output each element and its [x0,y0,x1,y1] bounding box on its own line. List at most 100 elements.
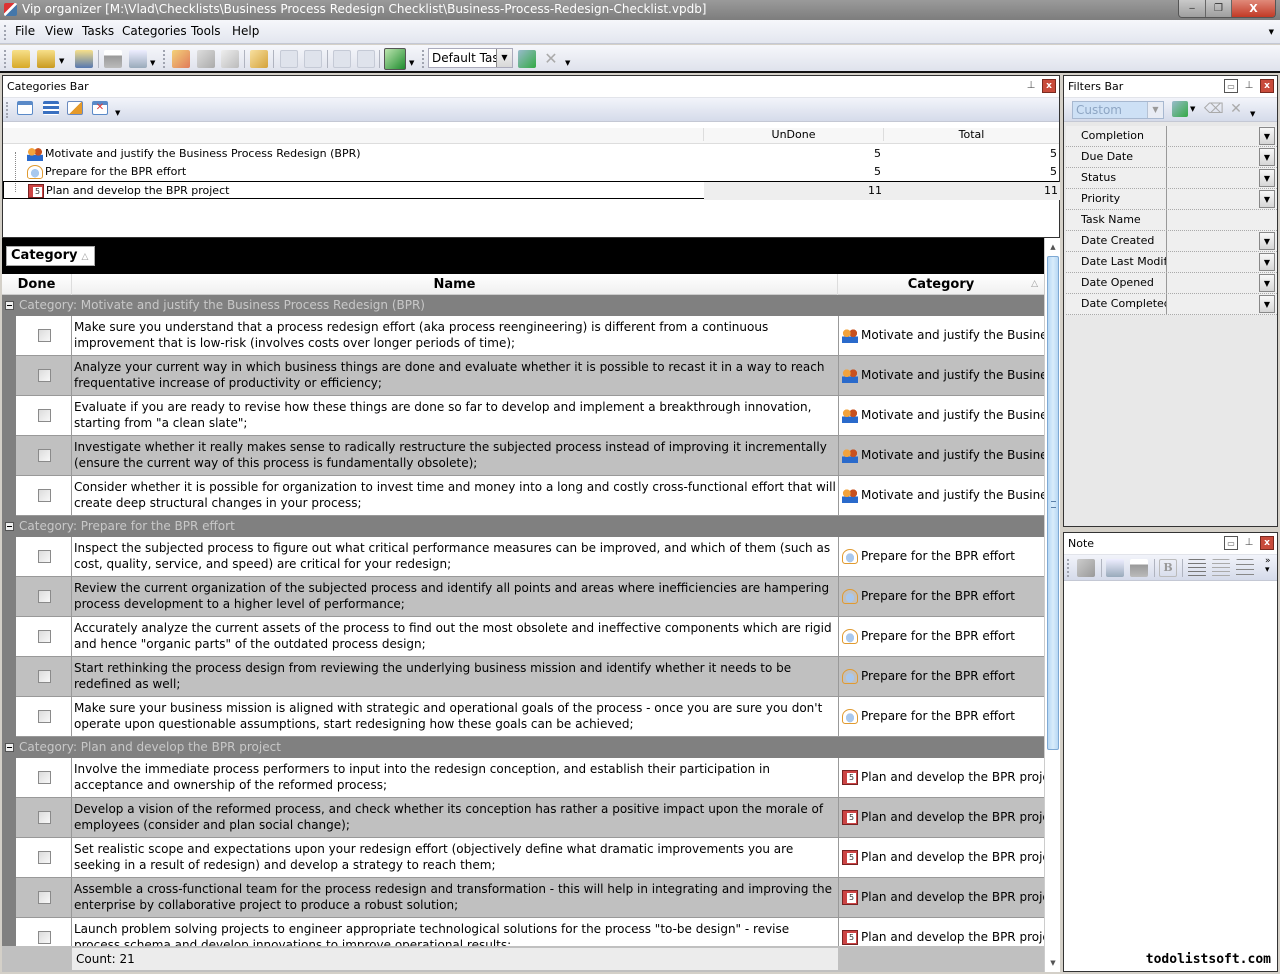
attach-icon[interactable] [1077,559,1095,577]
group-by-category-chip[interactable]: Category △ [6,246,96,266]
menu-tools[interactable]: Tools [191,24,221,38]
delete-category-icon[interactable]: ✕ [92,101,108,115]
new-task-icon[interactable] [172,50,190,68]
task-name[interactable]: Set realistic scope and expectations upo… [74,841,838,875]
chevron-down-icon[interactable]: ▼ [1259,148,1275,166]
task-name[interactable]: Accurately analyze the current assets of… [74,620,838,654]
filter-value[interactable]: ▼ [1166,189,1277,209]
apply-filter-dropdown-icon[interactable]: ▼ [1190,105,1195,113]
category-row[interactable]: Prepare for the BPR effort 5 5 [3,163,1059,181]
toolbar-overflow-icon[interactable]: » ▾ [1265,557,1271,575]
filter-row[interactable]: Date Opened ▼ [1066,273,1277,294]
collapse-icon[interactable] [5,743,14,752]
done-checkbox[interactable] [38,931,51,944]
task-name[interactable]: Analyze your current way in which busine… [74,359,838,393]
done-checkbox[interactable] [38,811,51,824]
filter-value[interactable]: ▼ [1166,273,1277,293]
collapse-icon[interactable] [5,522,14,531]
filter-value[interactable]: ▼ [1166,168,1277,188]
task-row[interactable]: Accurately analyze the current assets of… [16,617,1044,657]
add-subcategory-icon[interactable] [43,101,59,115]
task-row[interactable]: Evaluate if you are ready to revise how … [16,396,1044,436]
bold-icon[interactable]: B [1159,559,1177,577]
done-checkbox[interactable] [38,891,51,904]
task-name[interactable]: Make sure your business mission is align… [74,700,838,734]
chevron-down-icon[interactable]: ▼ [1259,253,1275,271]
pin-icon[interactable]: ⊥ [1242,79,1256,93]
done-checkbox[interactable] [38,449,51,462]
filter-value[interactable]: ▼ [1166,126,1277,146]
task-row[interactable]: Analyze your current way in which busine… [16,356,1044,396]
print-icon[interactable] [1130,559,1148,577]
open-database-icon[interactable] [12,50,30,68]
task-row[interactable]: Consider whether it is possible for orga… [16,476,1044,516]
toolbar-grip-3[interactable] [422,50,424,68]
filter-preset-combo[interactable]: Custom ▼ [1072,101,1164,119]
category-row-selected[interactable]: Plan and develop the BPR project 11 11 [3,181,1060,200]
done-checkbox[interactable] [38,851,51,864]
total-column-header[interactable]: Total [883,128,1059,141]
delete-view-icon[interactable]: ✕ [542,50,560,68]
move-bottom-icon[interactable] [333,50,351,68]
menu-help[interactable]: Help [232,24,259,38]
task-name[interactable]: Evaluate if you are ready to revise how … [74,399,838,433]
float-panel-icon[interactable]: ▭ [1224,79,1238,93]
print-preview-icon[interactable] [1106,559,1124,577]
filter-row[interactable]: Date Completed ▼ [1066,294,1277,315]
apply-view-icon[interactable] [518,50,536,68]
move-up-icon[interactable] [304,50,322,68]
move-down-icon[interactable] [280,50,298,68]
print-preview-dropdown-icon[interactable]: ▼ [150,59,155,67]
done-checkbox[interactable] [38,670,51,683]
group-row[interactable]: Category: Motivate and justify the Busin… [2,295,1044,316]
task-view-combo[interactable]: Default Task ▼ [428,48,513,68]
print-icon[interactable] [104,50,122,68]
save-database-icon[interactable] [75,50,93,68]
chevron-down-icon[interactable]: ▼ [1259,169,1275,187]
link-icon[interactable] [250,50,268,68]
categories-toolbar-dropdown-icon[interactable]: ▼ [115,109,120,117]
task-row[interactable]: Involve the immediate process performers… [16,758,1044,798]
done-checkbox[interactable] [38,329,51,342]
task-name[interactable]: Develop a vision of the reformed process… [74,801,838,835]
done-column-header[interactable]: Done [2,274,72,295]
filters-toolbar-dropdown-icon[interactable]: ▼ [1250,110,1255,118]
task-row[interactable]: Investigate whether it really makes sens… [16,436,1044,476]
align-center-icon[interactable] [1212,559,1230,577]
filter-value[interactable]: ▼ [1166,294,1277,314]
task-row[interactable]: Set realistic scope and expectations upo… [16,838,1044,878]
add-category-icon[interactable] [17,101,33,115]
task-row[interactable]: Make sure your business mission is align… [16,697,1044,737]
menu-tasks[interactable]: Tasks [82,24,114,38]
close-window-button[interactable]: X [1231,0,1275,17]
pin-icon[interactable]: ⊥ [1242,536,1256,550]
task-name[interactable]: Make sure you understand that a process … [74,319,838,353]
flag-dropdown-icon[interactable]: ▼ [409,59,414,67]
view-dropdown-icon[interactable]: ▼ [565,59,570,67]
chevron-down-icon[interactable]: ▼ [496,49,512,67]
edit-category-icon[interactable] [67,101,83,115]
close-panel-icon[interactable]: x [1260,536,1274,550]
new-database-icon[interactable] [37,50,55,68]
chevron-down-icon[interactable]: ▼ [1147,102,1163,118]
collapse-icon[interactable] [5,301,14,310]
filter-row[interactable]: Date Last Modified ▼ [1066,252,1277,273]
scroll-down-icon[interactable]: ▼ [1045,956,1061,970]
eraser-icon[interactable]: ⌫ [1204,101,1224,117]
filter-row[interactable]: Due Date ▼ [1066,147,1277,168]
task-name[interactable]: Start rethinking the process design from… [74,660,838,694]
chevron-down-icon[interactable]: ▼ [1259,274,1275,292]
filter-row[interactable]: Date Created ▼ [1066,231,1277,252]
filter-value[interactable] [1166,210,1277,230]
new-database-dropdown-icon[interactable]: ▼ [59,57,64,65]
filter-value[interactable]: ▼ [1166,147,1277,167]
chevron-down-icon[interactable]: ▼ [1259,232,1275,250]
task-row[interactable]: Assemble a cross-functional team for the… [16,878,1044,918]
task-name[interactable]: Consider whether it is possible for orga… [74,479,838,513]
done-checkbox[interactable] [38,710,51,723]
menu-categories[interactable]: Categories [122,24,187,38]
undone-column-header[interactable]: UnDone [703,128,883,141]
minimize-button[interactable]: ‒ [1179,0,1205,17]
restore-button[interactable]: ❐ [1205,0,1231,17]
task-row[interactable]: Review the current organization of the s… [16,577,1044,617]
